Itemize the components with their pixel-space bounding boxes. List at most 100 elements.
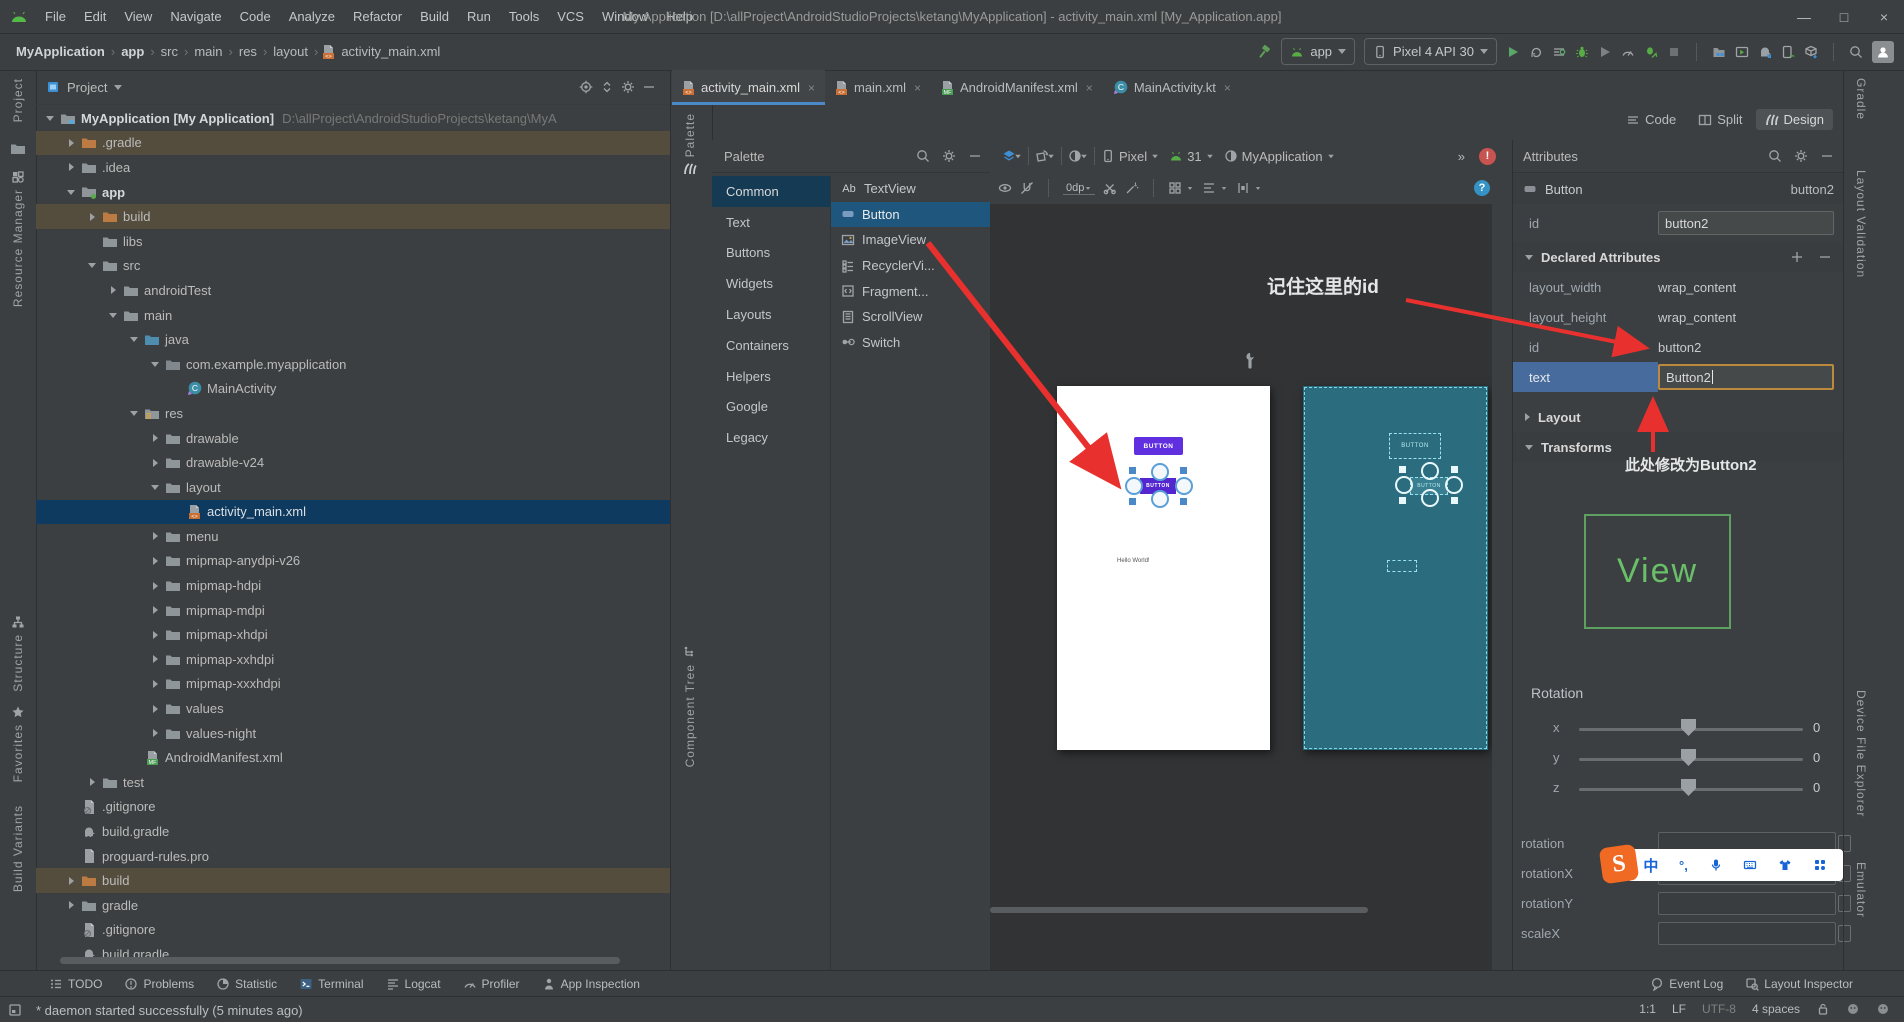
project-tree-hscrollbar[interactable] bbox=[60, 957, 620, 964]
toolwindow-profiler[interactable]: Profiler bbox=[452, 971, 531, 997]
toolwindow-todo[interactable]: TODO bbox=[38, 971, 113, 997]
chevron-right-icon[interactable] bbox=[90, 213, 95, 221]
tree-row-build-gradle[interactable]: build.gradle bbox=[36, 819, 670, 844]
chevron-right-icon[interactable] bbox=[153, 582, 158, 590]
theme-picker[interactable]: MyApplication bbox=[1224, 149, 1335, 164]
scaleX-input[interactable] bbox=[1658, 922, 1836, 945]
chevron-down-icon[interactable] bbox=[46, 116, 54, 121]
remove-attribute-button[interactable] bbox=[1818, 250, 1832, 264]
infer-constraints-wand-icon[interactable] bbox=[1125, 181, 1139, 195]
constraint-anchor-left[interactable] bbox=[1125, 477, 1143, 495]
caret-position[interactable]: 1:1 bbox=[1639, 1002, 1656, 1016]
tree-row-drawable-v24[interactable]: drawable-v24 bbox=[36, 450, 670, 475]
ime-keyboard-icon[interactable] bbox=[1743, 858, 1757, 872]
selection-handle[interactable] bbox=[1129, 498, 1136, 505]
tree-row--gitignore[interactable]: .gitignore bbox=[36, 918, 670, 943]
chevron-right-icon[interactable] bbox=[153, 705, 158, 713]
debug-button[interactable] bbox=[1575, 45, 1589, 59]
maximize-button[interactable]: □ bbox=[1824, 0, 1864, 33]
tree-row-mipmap-xxxhdpi[interactable]: mipmap-xxxhdpi bbox=[36, 672, 670, 697]
ime-chinese-mode-button[interactable]: 中 bbox=[1643, 855, 1658, 876]
tree-row-java[interactable]: java bbox=[36, 327, 670, 352]
palette-category-legacy[interactable]: Legacy bbox=[712, 422, 830, 453]
tree-row-androidmanifest-xml[interactable]: MFAndroidManifest.xml bbox=[36, 745, 670, 770]
attributes-search-icon[interactable] bbox=[1768, 149, 1782, 163]
tab-androidmanifest-xml[interactable]: MFAndroidManifest.xml× bbox=[931, 70, 1103, 105]
tab-main-xml[interactable]: <>main.xml× bbox=[825, 70, 931, 105]
tree-row-test[interactable]: test bbox=[36, 770, 670, 795]
tree-row-mipmap-anydpi-v26[interactable]: mipmap-anydpi-v26 bbox=[36, 549, 670, 574]
left-strip-structure[interactable]: Structure bbox=[0, 615, 36, 692]
chevron-down-icon[interactable] bbox=[130, 337, 138, 342]
palette-category-layouts[interactable]: Layouts bbox=[712, 299, 830, 330]
palette-component-imageview[interactable]: ImageView bbox=[831, 227, 990, 253]
tree-row--idea[interactable]: .idea bbox=[36, 155, 670, 180]
palette-category-common[interactable]: Common bbox=[712, 176, 830, 207]
menu-vcs[interactable]: VCS bbox=[548, 0, 593, 33]
tree-row--gradle[interactable]: .gradle bbox=[36, 131, 670, 156]
tab-mainactivity-kt[interactable]: CMainActivity.kt× bbox=[1103, 70, 1241, 105]
ime-skin-icon[interactable] bbox=[1778, 858, 1792, 872]
chevron-right-icon[interactable] bbox=[153, 434, 158, 442]
slider-thumb[interactable] bbox=[1681, 719, 1696, 736]
menu-edit[interactable]: Edit bbox=[75, 0, 115, 33]
breadcrumb-file[interactable]: activity_main.xml bbox=[339, 44, 442, 59]
apply-changes-button[interactable] bbox=[1529, 45, 1543, 59]
breadcrumb-item[interactable]: app bbox=[119, 44, 146, 59]
constraint-anchor-bottom[interactable] bbox=[1151, 490, 1169, 508]
run-button[interactable] bbox=[1506, 45, 1520, 59]
search-everywhere-icon[interactable] bbox=[1849, 45, 1863, 59]
run-config-select[interactable]: app bbox=[1281, 38, 1355, 65]
attributes-hide-icon[interactable] bbox=[1820, 149, 1834, 163]
close-tab-icon[interactable]: × bbox=[1086, 81, 1093, 95]
view-mode-design[interactable]: Design bbox=[1756, 109, 1833, 130]
view-mode-split[interactable]: Split bbox=[1689, 109, 1751, 130]
face-icon[interactable] bbox=[1876, 1002, 1890, 1016]
chevron-right-icon[interactable] bbox=[111, 286, 116, 294]
attach-debugger-button[interactable] bbox=[1598, 45, 1612, 59]
palette-category-text[interactable]: Text bbox=[712, 207, 830, 238]
tool-window-switcher-icon[interactable] bbox=[8, 1003, 22, 1017]
preview-button-top[interactable]: BUTTON bbox=[1134, 437, 1183, 455]
right-strip-emulator[interactable]: Emulator bbox=[1854, 862, 1868, 918]
menu-tools[interactable]: Tools bbox=[500, 0, 548, 33]
tree-row-res[interactable]: res bbox=[36, 401, 670, 426]
help-badge[interactable]: ? bbox=[1474, 180, 1490, 196]
minimize-button[interactable]: — bbox=[1784, 0, 1824, 33]
project-panel-title[interactable]: Project bbox=[67, 80, 107, 95]
chevron-down-icon[interactable] bbox=[151, 485, 159, 490]
chevron-right-icon[interactable] bbox=[69, 877, 74, 885]
palette-component-textview[interactable]: AbTextView bbox=[831, 176, 990, 202]
tree-row-com-example-myapplication[interactable]: com.example.myapplication bbox=[36, 352, 670, 377]
chevron-down-icon[interactable] bbox=[151, 362, 159, 367]
view-options-eye-icon[interactable] bbox=[998, 181, 1012, 195]
chevron-down-icon[interactable] bbox=[109, 313, 117, 318]
avd-manager-button[interactable] bbox=[1735, 45, 1749, 59]
align-icon[interactable] bbox=[1202, 181, 1216, 195]
palette-component-switch[interactable]: Switch bbox=[831, 330, 990, 356]
pack-distribute-icon[interactable] bbox=[1236, 181, 1250, 195]
face-icon[interactable] bbox=[1846, 1002, 1860, 1016]
toolwindow-logcat[interactable]: Logcat bbox=[375, 971, 452, 997]
tree-row-values[interactable]: values bbox=[36, 696, 670, 721]
left-strip-project[interactable]: Project bbox=[0, 78, 36, 122]
palette-component-button[interactable]: Button bbox=[831, 202, 990, 228]
design-surface-hscrollbar[interactable] bbox=[990, 907, 1368, 913]
menu-code[interactable]: Code bbox=[231, 0, 280, 33]
profiler-button[interactable] bbox=[1621, 45, 1635, 59]
tree-row-src[interactable]: src bbox=[36, 254, 670, 279]
indent-setting[interactable]: 4 spaces bbox=[1752, 1002, 1800, 1016]
tree-row-activity-main-xml[interactable]: <>activity_main.xml bbox=[36, 500, 670, 525]
selection-handle[interactable] bbox=[1180, 498, 1187, 505]
chevron-down-icon[interactable] bbox=[130, 411, 138, 416]
palette-category-buttons[interactable]: Buttons bbox=[712, 238, 830, 269]
toolwindow-event-log[interactable]: Event Log bbox=[1639, 971, 1734, 997]
menu-navigate[interactable]: Navigate bbox=[161, 0, 230, 33]
tree-row-mipmap-xhdpi[interactable]: mipmap-xhdpi bbox=[36, 622, 670, 647]
breadcrumb-item[interactable]: layout bbox=[271, 44, 310, 59]
chevron-right-icon[interactable] bbox=[153, 655, 158, 663]
slider-thumb[interactable] bbox=[1681, 779, 1696, 796]
close-tab-icon[interactable]: × bbox=[808, 81, 815, 95]
tree-row-libs[interactable]: libs bbox=[36, 229, 670, 254]
design-surface-mode-icon[interactable] bbox=[1002, 149, 1016, 163]
